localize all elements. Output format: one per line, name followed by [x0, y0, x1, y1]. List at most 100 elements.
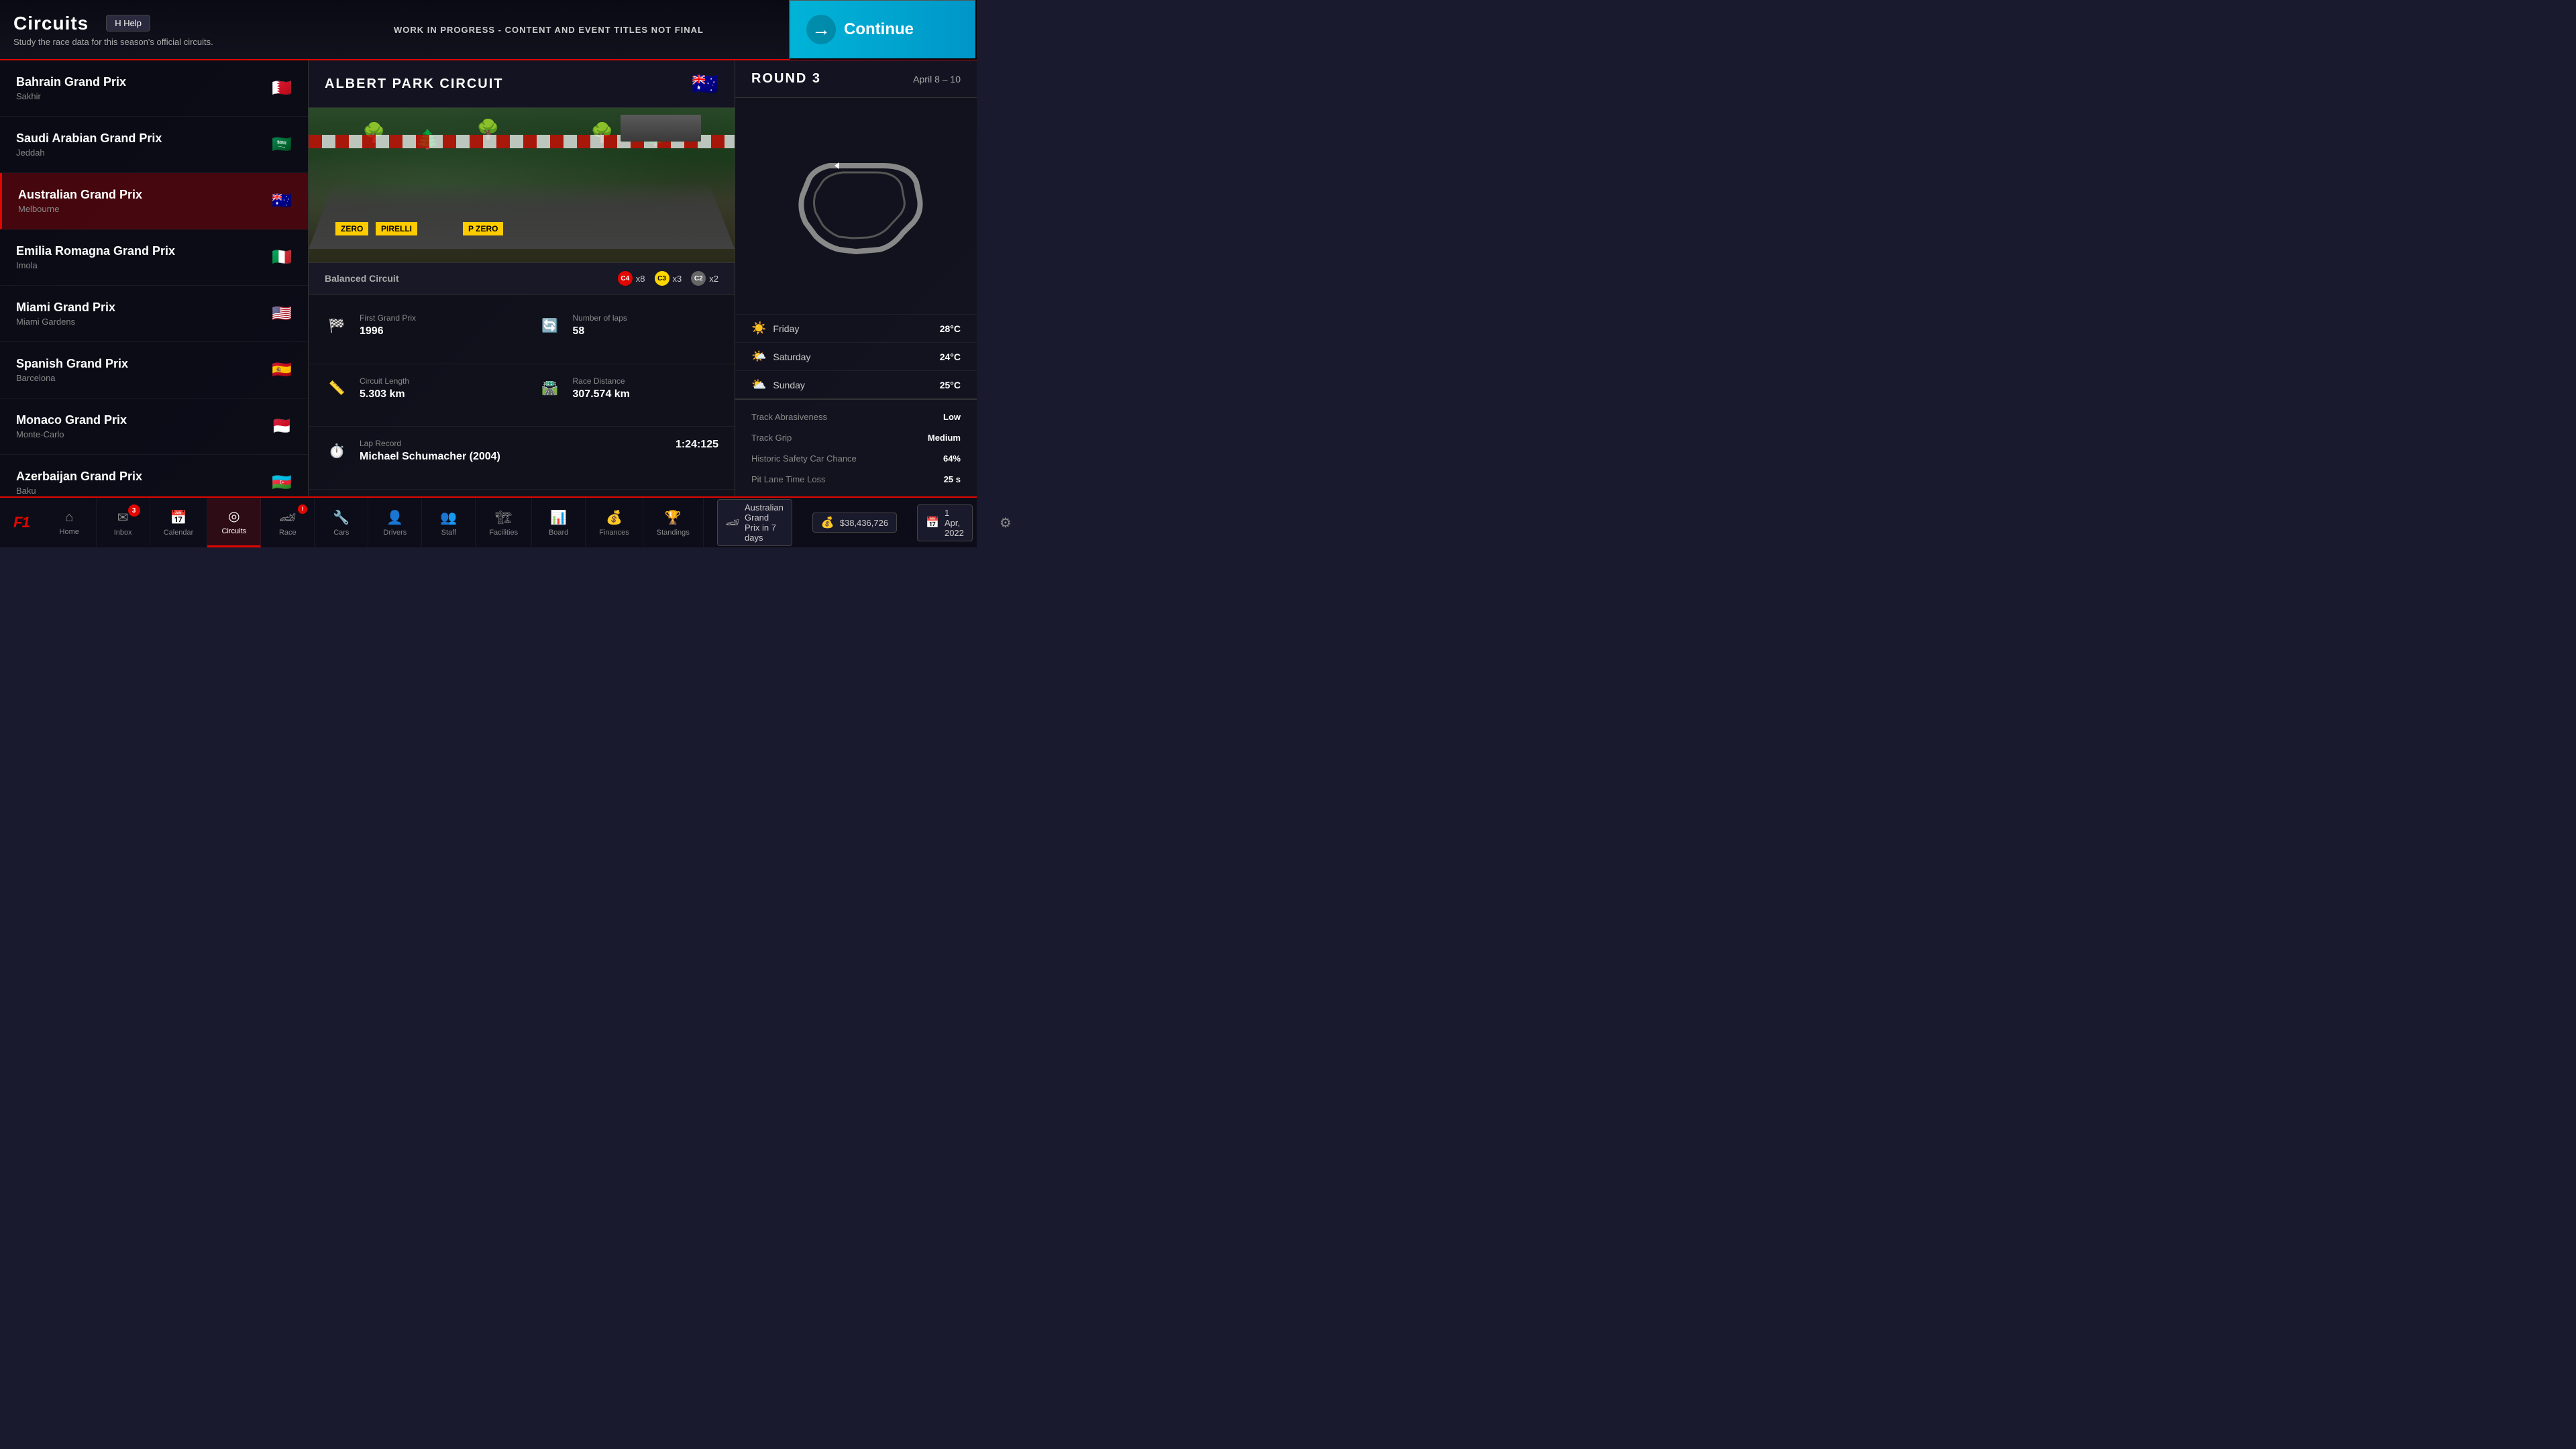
circuit-item-bahrain[interactable]: Bahrain Grand Prix Sakhir 🇧🇭 — [0, 60, 308, 117]
page-title: Circuits — [13, 13, 89, 34]
right-panel: ROUND 3 April 8 – 10 ☀️ Friday 28°C — [735, 60, 977, 496]
settings-icon[interactable]: ⚙ — [986, 498, 1025, 547]
nav-item-standings[interactable]: 🏆 Standings — [643, 498, 704, 547]
pit-loss-value: 25 s — [944, 474, 961, 484]
nav-label-home: Home — [60, 528, 79, 536]
tyre-circle-hard: C2 — [691, 271, 706, 286]
event-text: Australian Grand Prix in 7 days — [745, 502, 784, 543]
first-gp-icon: 🏁 — [325, 313, 349, 337]
circuit-item-monaco[interactable]: Monaco Grand Prix Monte-Carlo 🇲🇨 — [0, 398, 308, 455]
nav-label-facilities: Facilities — [489, 529, 518, 537]
nav-label-cars: Cars — [333, 529, 349, 537]
wip-notice: WORK IN PROGRESS - CONTENT AND EVENT TIT… — [309, 25, 789, 35]
circuit-name: Monaco Grand Prix — [16, 413, 127, 427]
lap-record-label: Lap Record — [360, 439, 500, 448]
lap-record-stat: ⏱️ Lap Record Michael Schumacher (2004) … — [309, 427, 735, 490]
circuit-item-miami[interactable]: Miami Grand Prix Miami Gardens 🇺🇸 — [0, 286, 308, 342]
nav-item-board[interactable]: 📊 Board — [532, 498, 586, 547]
main-content: Bahrain Grand Prix Sakhir 🇧🇭 Saudi Arabi… — [0, 60, 977, 496]
grip-label: Track Grip — [751, 433, 792, 443]
weather-section: ☀️ Friday 28°C 🌤️ Saturday 24°C ⛅ Sunday… — [735, 314, 977, 398]
distance-stat: 🛣️ Race Distance 307.574 km — [522, 364, 735, 427]
track-map-svg — [775, 152, 936, 260]
nav-item-inbox[interactable]: 3 ✉ Inbox — [97, 498, 150, 547]
nav-item-calendar[interactable]: 📅 Calendar — [150, 498, 208, 547]
nav-item-race[interactable]: ! 🏎 Race — [261, 498, 315, 547]
nav-icon-home: ⌂ — [65, 510, 73, 525]
circuit-name: Azerbaijan Grand Prix — [16, 470, 142, 484]
nav-item-circuits[interactable]: ◎ Circuits — [207, 498, 261, 547]
circuit-item-spanish[interactable]: Spanish Grand Prix Barcelona 🇪🇸 — [0, 342, 308, 398]
tyre-circle-soft: C4 — [618, 271, 633, 286]
circuit-item-australia[interactable]: Australian Grand Prix Melbourne 🇦🇺 — [0, 173, 308, 229]
nav-label-calendar: Calendar — [164, 529, 194, 537]
safety-car-row: Historic Safety Car Chance 64% — [735, 448, 977, 469]
nav-item-cars[interactable]: 🔧 Cars — [315, 498, 368, 547]
pit-loss-label: Pit Lane Time Loss — [751, 474, 826, 484]
tyre-compounds: C4 x8 C3 x3 C2 x2 — [618, 271, 718, 286]
abrasiveness-row: Track Abrasiveness Low — [735, 407, 977, 427]
circuit-item-azerbaijan[interactable]: Azerbaijan Grand Prix Baku 🇦🇿 — [0, 455, 308, 496]
nav-label-standings: Standings — [657, 529, 690, 537]
circuit-flag-bahrain: 🇧🇭 — [272, 78, 292, 98]
circuit-list: Bahrain Grand Prix Sakhir 🇧🇭 Saudi Arabi… — [0, 60, 309, 496]
circuit-city: Baku — [16, 486, 142, 496]
circuit-flag: 🇦🇺 — [692, 71, 718, 97]
first-gp-label: First Grand Prix — [360, 313, 416, 323]
grandstand — [621, 115, 701, 142]
tyre-hard: C2 x2 — [691, 271, 718, 286]
length-stat: 📏 Circuit Length 5.303 km — [309, 364, 522, 427]
nav-item-finances[interactable]: 💰 Finances — [586, 498, 643, 547]
circuit-city: Jeddah — [16, 148, 162, 158]
distance-icon: 🛣️ — [538, 376, 562, 400]
nav-item-home[interactable]: ⌂ Home — [43, 498, 97, 547]
grip-value: Medium — [928, 433, 961, 443]
nav-warn-race: ! — [298, 504, 307, 514]
money-text: $38,436,726 — [840, 518, 888, 528]
circuit-name: Emilia Romagna Grand Prix — [16, 244, 175, 258]
weather-row-sunday: ⛅ Sunday 25°C — [735, 370, 977, 398]
weather-day-saturday: Saturday — [773, 352, 810, 362]
nav-item-drivers[interactable]: 👤 Drivers — [368, 498, 422, 547]
weather-day-friday: Friday — [773, 323, 799, 334]
circuit-city: Sakhir — [16, 91, 126, 101]
nav-icon-circuits: ◎ — [228, 508, 239, 525]
weather-temp-saturday: 24°C — [940, 352, 961, 362]
laps-stat: 🔄 Number of laps 58 — [522, 301, 735, 364]
weather-temp-sunday: 25°C — [940, 380, 961, 390]
calendar-icon: 📅 — [926, 516, 939, 529]
circuit-item-emilia[interactable]: Emilia Romagna Grand Prix Imola 🇮🇹 — [0, 229, 308, 286]
nav-icon-race: 🏎 — [279, 509, 296, 526]
track-stats-section: Track Abrasiveness Low Track Grip Medium… — [735, 398, 977, 496]
weather-row-saturday: 🌤️ Saturday 24°C — [735, 342, 977, 370]
nav-badge-inbox: 3 — [128, 504, 140, 517]
circuit-city: Imola — [16, 260, 175, 270]
circuit-name: Miami Grand Prix — [16, 301, 115, 315]
f1-logo: F1 — [0, 498, 43, 547]
laps-icon: 🔄 — [538, 313, 562, 337]
circuit-flag-saudi: 🇸🇦 — [272, 135, 292, 154]
circuit-item-saudi[interactable]: Saudi Arabian Grand Prix Jeddah 🇸🇦 — [0, 117, 308, 173]
circuit-flag-monaco: 🇲🇨 — [272, 417, 292, 436]
circuit-flag-spanish: 🇪🇸 — [272, 360, 292, 380]
help-button[interactable]: H Help — [106, 15, 150, 32]
track-inner — [814, 172, 905, 238]
circuit-name: Spanish Grand Prix — [16, 357, 128, 371]
pirelli-banner: P ZERO — [463, 222, 503, 235]
event-icon: 🏎 — [726, 516, 739, 529]
circuit-flag-australia: 🇦🇺 — [272, 191, 292, 211]
continue-button[interactable]: → Continue — [789, 0, 977, 60]
nav-icon-staff: 👥 — [440, 509, 457, 526]
nav-icon-facilities: 🏗 — [495, 509, 512, 526]
circuit-header: ALBERT PARK CIRCUIT 🇦🇺 — [309, 60, 735, 108]
nav-label-finances: Finances — [599, 529, 629, 537]
tyre-count-hard: x2 — [709, 274, 718, 284]
circuit-type: Balanced Circuit — [325, 273, 398, 284]
nav-item-facilities[interactable]: 🏗 Facilities — [476, 498, 532, 547]
nav-item-staff[interactable]: 👥 Staff — [422, 498, 476, 547]
bottom-bar: F1 ⌂ Home 3 ✉ Inbox 📅 Calendar ◎ Circuit… — [0, 496, 977, 547]
title-section: Circuits H Help Study the race data for … — [0, 13, 309, 47]
circuit-name: Australian Grand Prix — [18, 188, 142, 202]
pirelli-banner: ZERO — [335, 222, 368, 235]
laps-value: 58 — [573, 325, 627, 337]
